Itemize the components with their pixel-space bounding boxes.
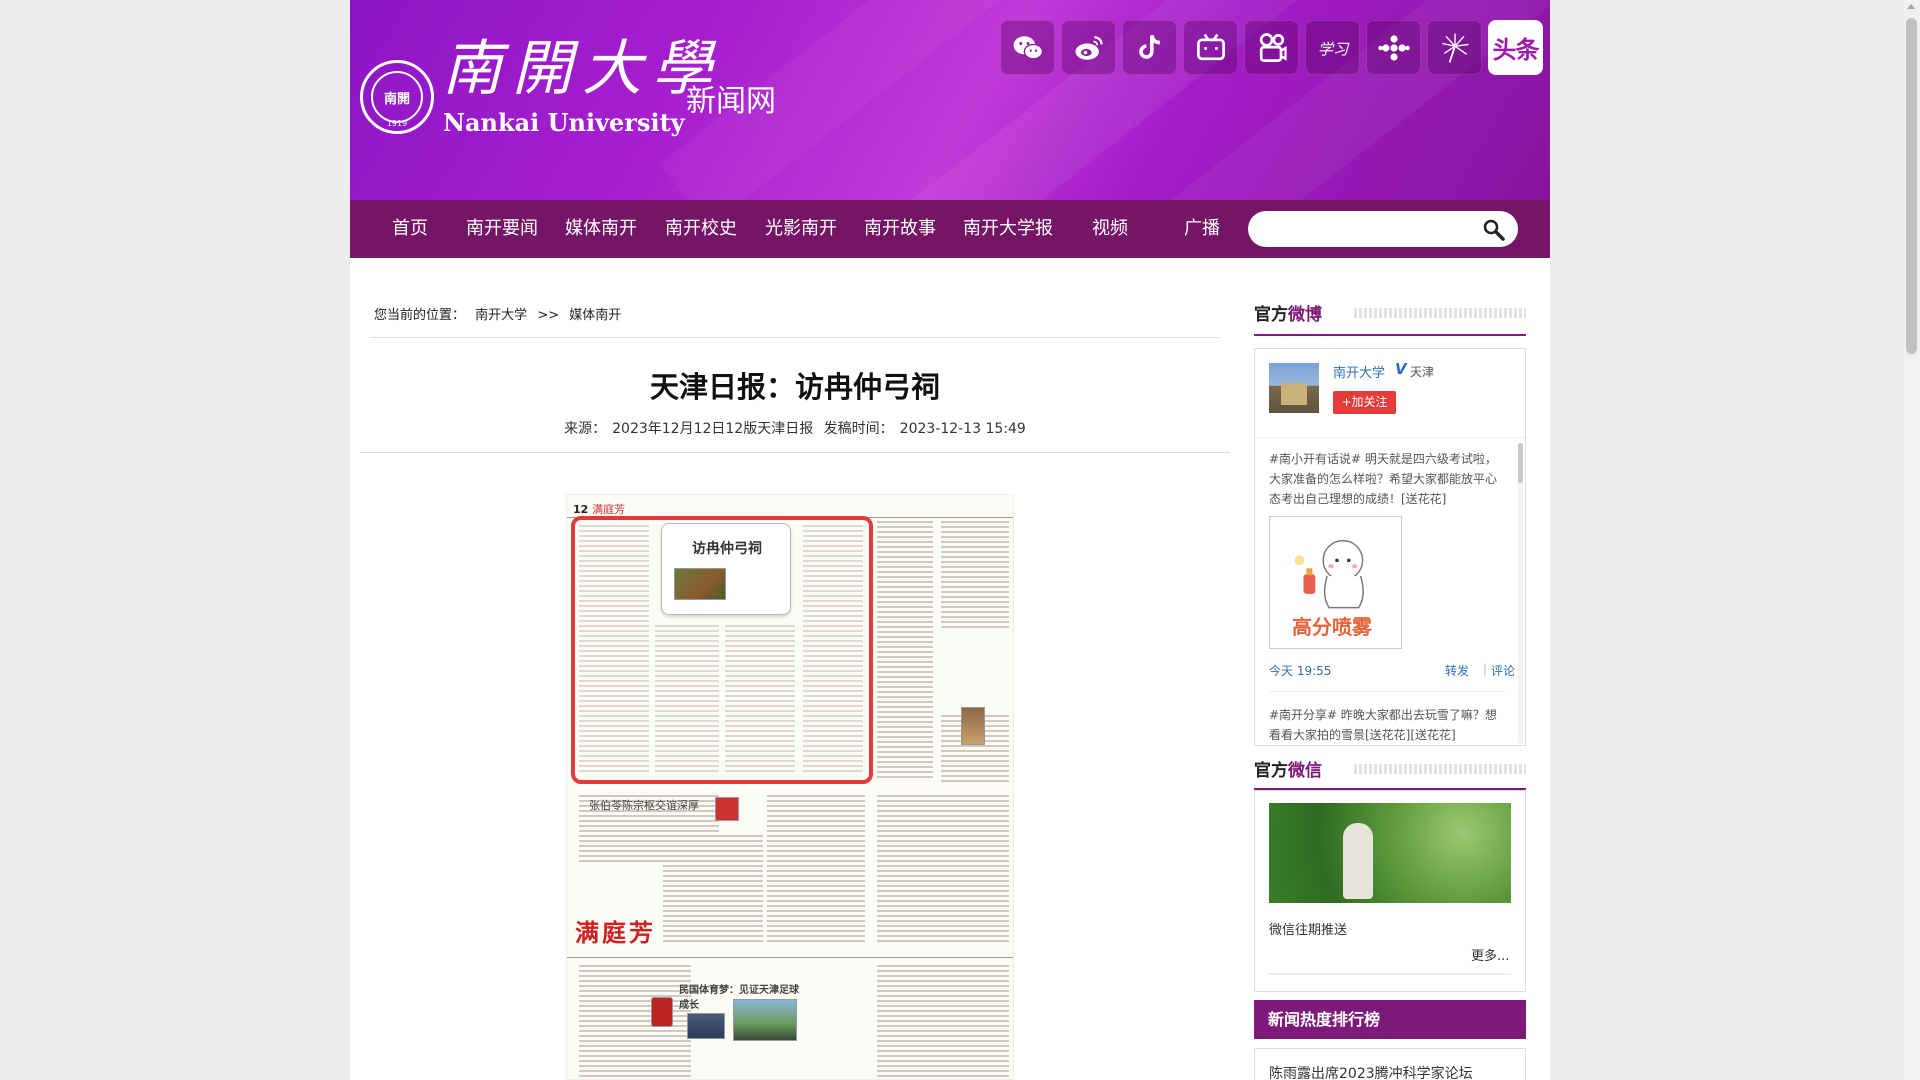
wechat-icon[interactable] <box>1000 20 1055 75</box>
ranking-title: 新闻热度排行榜 <box>1254 1000 1526 1039</box>
page-scrollbar[interactable] <box>1903 0 1920 1080</box>
nav-item-history[interactable]: 南开校史 <box>665 200 737 258</box>
weibo-avatar[interactable] <box>1269 363 1319 413</box>
article-date: 2023-12-13 15:49 <box>899 421 1026 437</box>
feature-title-box: 访冉仲弓祠 <box>661 523 791 615</box>
list-item[interactable]: 陈雨露出席2023腾冲科学家论坛 <box>1269 1063 1473 1080</box>
comment-link[interactable]: 评论 <box>1491 662 1515 679</box>
university-seal-logo[interactable]: 南開 1919 <box>360 60 434 134</box>
weibo-post-text: #南开分享# 昨晚大家都出去玩雪了嘛？想看看大家拍的雪景[送花花][送花花] <box>1269 708 1497 742</box>
toutiao-label: 头条 <box>1492 36 1540 64</box>
newspaper-page-number: 12 <box>573 503 589 516</box>
weibo-widget: 南开大学 V 天津 +加关注 #南小开有话说# 明天就是四六级考试啦，大家准备的… <box>1254 348 1526 746</box>
newspaper-header: 12 满庭芳 <box>573 501 625 517</box>
follow-button[interactable]: +加关注 <box>1333 391 1396 414</box>
search-box <box>1248 211 1518 247</box>
date-label: 发稿时间： <box>823 421 894 437</box>
weibo-section-title: 官方微博 <box>1254 300 1322 325</box>
verified-icon: V <box>1395 360 1407 378</box>
weibo-title-prefix: 官方 <box>1254 305 1288 325</box>
breadcrumb-home[interactable]: 南开大学 <box>475 308 527 323</box>
nav-item-radio[interactable]: 广播 <box>1184 200 1220 258</box>
section-title-big: 满庭芳 <box>575 918 656 947</box>
wechat-title-highlight: 微信 <box>1288 761 1322 781</box>
breadcrumb: 您当前的位置： 南开大学 >> 媒体南开 <box>374 304 627 323</box>
social-links: 学习 头条 <box>1000 20 1543 75</box>
search-input[interactable] <box>1262 211 1482 247</box>
weibo-post-image[interactable]: 高分喷雾 <box>1269 516 1402 649</box>
decorative-dots <box>1354 308 1526 318</box>
site-header: 南開 1919 南開大學 Nankai University 新闻网 学习 头条 <box>350 0 1550 200</box>
scroll-up-icon[interactable] <box>1907 4 1915 9</box>
wechat-section-title: 官方微信 <box>1254 756 1322 781</box>
article-title: 天津日报：访冉仲弓祠 <box>649 370 940 404</box>
seal-text: 南開 <box>371 71 423 123</box>
divider <box>360 452 1230 453</box>
site-name: 新闻网 <box>686 84 776 119</box>
more-link[interactable]: 更多... <box>1471 945 1509 964</box>
kuaishou-icon[interactable] <box>1244 20 1299 75</box>
svg-text:学习: 学习 <box>1317 40 1349 58</box>
nav-item-home[interactable]: 首页 <box>392 200 428 258</box>
weibo-post-time[interactable]: 今天 19:55 <box>1269 662 1331 679</box>
main-nav: 首页 南开要闻 媒体南开 南开校史 光影南开 南开故事 南开大学报 视频 广播 <box>350 200 1550 258</box>
decorative-dots <box>1354 764 1526 774</box>
weibo-scrollbar[interactable] <box>1518 443 1523 743</box>
side-headline: 张伯苓陈宗枢交谊深厚 <box>589 799 699 812</box>
weibo-post-text: #南小开有话说# 明天就是四六级考试啦，大家准备的怎么样啦？希望大家都能放平心态… <box>1269 452 1498 506</box>
nav-item-stories[interactable]: 南开故事 <box>864 200 936 258</box>
bilibili-icon[interactable] <box>1183 20 1238 75</box>
wechat-widget: 微信往期推送 更多... <box>1254 790 1526 992</box>
nav-item-news[interactable]: 南开要闻 <box>466 200 538 258</box>
xuexi-icon[interactable]: 学习 <box>1305 20 1360 75</box>
seal-year: 1919 <box>386 119 408 128</box>
nav-item-newspaper[interactable]: 南开大学报 <box>963 200 1053 258</box>
newspaper-page-image[interactable]: 12 满庭芳 访冉仲弓祠 张伯苓陈宗枢交谊深厚 满庭芳 民国体育梦：见证天津足球… <box>566 494 1014 1080</box>
weibo-title-highlight: 微博 <box>1288 305 1322 325</box>
breadcrumb-separator: >> <box>537 308 560 323</box>
scrollbar-thumb[interactable] <box>1906 18 1917 354</box>
dandelion-icon[interactable] <box>1427 20 1482 75</box>
nav-item-video[interactable]: 视频 <box>1092 200 1128 258</box>
weibo-image-caption: 高分喷雾 <box>1292 615 1372 639</box>
divider <box>1254 334 1526 336</box>
toutiao-icon[interactable]: 头条 <box>1488 20 1543 75</box>
page: 南開 1919 南開大學 Nankai University 新闻网 学习 头条… <box>350 0 1550 1080</box>
wechat-title-prefix: 官方 <box>1254 761 1288 781</box>
dots-icon[interactable] <box>1366 20 1421 75</box>
weibo-city: 天津 <box>1410 365 1435 379</box>
breadcrumb-current[interactable]: 媒体南开 <box>569 308 621 323</box>
source-label: 来源： <box>564 421 607 437</box>
douyin-icon[interactable] <box>1122 20 1177 75</box>
logo-chinese[interactable]: 南開大學 <box>442 34 722 104</box>
weibo-account-name[interactable]: 南开大学 <box>1333 362 1385 381</box>
article-source: 2023年12月12日12版天津日报 <box>612 421 814 437</box>
search-icon[interactable] <box>1482 218 1506 242</box>
nav-item-media[interactable]: 媒体南开 <box>565 200 637 258</box>
breadcrumb-label: 您当前的位置： <box>374 308 466 323</box>
logo-english[interactable]: Nankai University <box>443 108 685 137</box>
wechat-post-image[interactable] <box>1269 803 1511 903</box>
newspaper-section: 满庭芳 <box>592 503 626 516</box>
weibo-icon[interactable] <box>1061 20 1116 75</box>
repost-link[interactable]: 转发 <box>1445 662 1469 679</box>
article-meta: 来源： 2023年12月12日12版天津日报 发稿时间： 2023-12-13 15… <box>360 418 1230 438</box>
wechat-post-title[interactable]: 微信往期推送 <box>1269 919 1347 938</box>
ranking-list: 陈雨露出席2023腾冲科学家论坛 <box>1254 1048 1526 1080</box>
feature-title: 访冉仲弓祠 <box>692 541 762 557</box>
divider <box>370 337 1220 338</box>
nav-item-photos[interactable]: 光影南开 <box>765 200 837 258</box>
